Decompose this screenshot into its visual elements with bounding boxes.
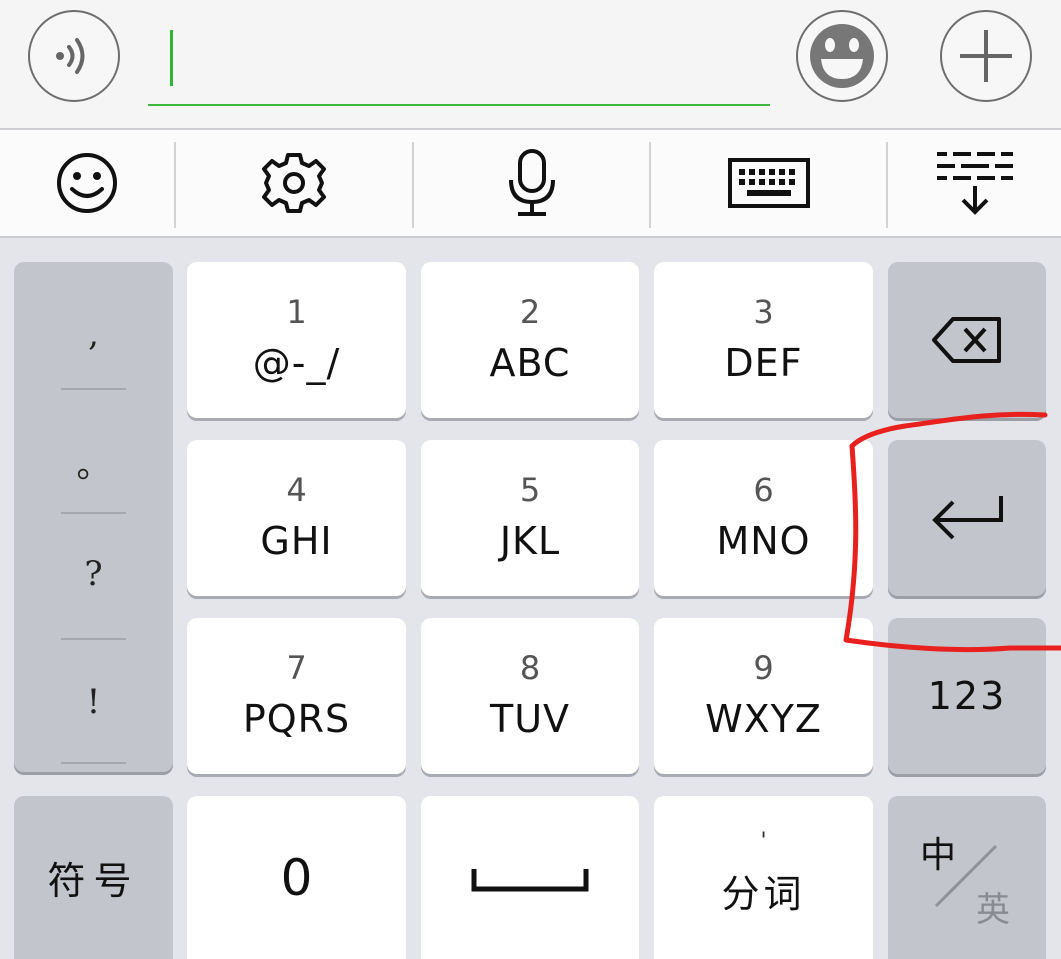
more-button[interactable] xyxy=(940,10,1032,102)
key-letters: JKL xyxy=(499,519,561,563)
key-9[interactable]: 9 WXYZ xyxy=(654,618,873,774)
key-3[interactable]: 3 DEF xyxy=(654,262,873,418)
collapse-keyboard-icon xyxy=(936,152,1013,215)
key-number: 5 xyxy=(519,471,541,509)
lang-english-label: 英 xyxy=(976,890,1010,930)
key-number: 9 xyxy=(753,649,774,687)
enter-arrow-icon xyxy=(932,496,1003,540)
key-number: 1 xyxy=(286,293,307,331)
space-key[interactable] xyxy=(421,796,639,959)
key-4[interactable]: 4 GHI xyxy=(187,440,406,596)
key-letters: @-_/ xyxy=(252,341,341,385)
numbers-key-label: 123 xyxy=(927,674,1007,718)
smiley-icon xyxy=(57,153,117,213)
key-6[interactable]: 6 MNO xyxy=(654,440,873,596)
toolbar-voice[interactable] xyxy=(414,130,649,236)
punct-comma[interactable]: , xyxy=(14,314,173,354)
key-5[interactable]: 5 JKL xyxy=(421,440,639,596)
key-2[interactable]: 2 ABC xyxy=(421,262,639,418)
key-letters: ABC xyxy=(489,341,571,385)
backspace-key[interactable] xyxy=(888,262,1046,418)
punct-divider xyxy=(61,638,126,640)
toolbar-collapse[interactable] xyxy=(888,130,1061,236)
space-bar-icon xyxy=(471,868,589,891)
numbers-key[interactable]: 123 xyxy=(888,618,1046,774)
key-letters: TUV xyxy=(489,697,571,741)
voice-input-button[interactable] xyxy=(28,10,120,102)
keyboard-toolbar xyxy=(0,130,1061,238)
punct-divider xyxy=(61,512,126,514)
segment-key[interactable]: ' 分词 xyxy=(654,796,873,959)
segment-key-label: 分词 xyxy=(721,872,806,916)
key-8[interactable]: 8 TUV xyxy=(421,618,639,774)
punct-exclamation[interactable]: ! xyxy=(14,682,173,722)
punct-period[interactable]: 。 xyxy=(14,438,173,487)
toolbar-keyboard[interactable] xyxy=(651,130,886,236)
key-number: 4 xyxy=(286,471,307,509)
punct-divider xyxy=(61,762,126,764)
grinning-face-icon xyxy=(810,24,874,88)
punct-question[interactable]: ? xyxy=(14,554,173,594)
key-number: 3 xyxy=(753,293,774,331)
key-1[interactable]: 1 @-_/ xyxy=(187,262,406,418)
enter-key[interactable] xyxy=(888,440,1046,596)
keyboard-icon xyxy=(727,158,810,208)
emoji-button[interactable] xyxy=(796,10,888,102)
toolbar-settings[interactable] xyxy=(176,130,412,236)
key-number: 8 xyxy=(519,649,541,687)
key-letters: DEF xyxy=(724,341,803,385)
key-letters: PQRS xyxy=(242,697,351,741)
toolbar-emoji[interactable] xyxy=(0,130,174,236)
key-number: 2 xyxy=(519,293,541,331)
gear-icon xyxy=(262,153,326,213)
key-letters: GHI xyxy=(260,519,333,563)
zero-key[interactable]: 0 xyxy=(187,796,406,959)
microphone-icon xyxy=(508,149,555,216)
key-7[interactable]: 7 PQRS xyxy=(187,618,406,774)
punct-divider xyxy=(61,388,126,390)
zero-key-label: 0 xyxy=(280,848,313,907)
key-letters: WXYZ xyxy=(705,697,822,741)
text-caret xyxy=(170,30,173,86)
punctuation-column: , 。 ? ! xyxy=(14,262,173,772)
message-input[interactable] xyxy=(148,22,770,106)
separator-mark: ' xyxy=(760,829,767,854)
key-number: 7 xyxy=(286,649,307,687)
plus-icon xyxy=(960,30,1012,82)
symbols-key-label: 符号 xyxy=(47,859,140,903)
backspace-icon xyxy=(932,317,1001,363)
key-number: 6 xyxy=(753,471,774,509)
key-letters: MNO xyxy=(716,519,811,563)
symbols-key[interactable]: 符号 xyxy=(14,796,173,959)
voice-wave-icon xyxy=(56,38,85,74)
input-bar xyxy=(0,0,1061,130)
language-switch-key[interactable]: 中 英 xyxy=(888,796,1046,959)
